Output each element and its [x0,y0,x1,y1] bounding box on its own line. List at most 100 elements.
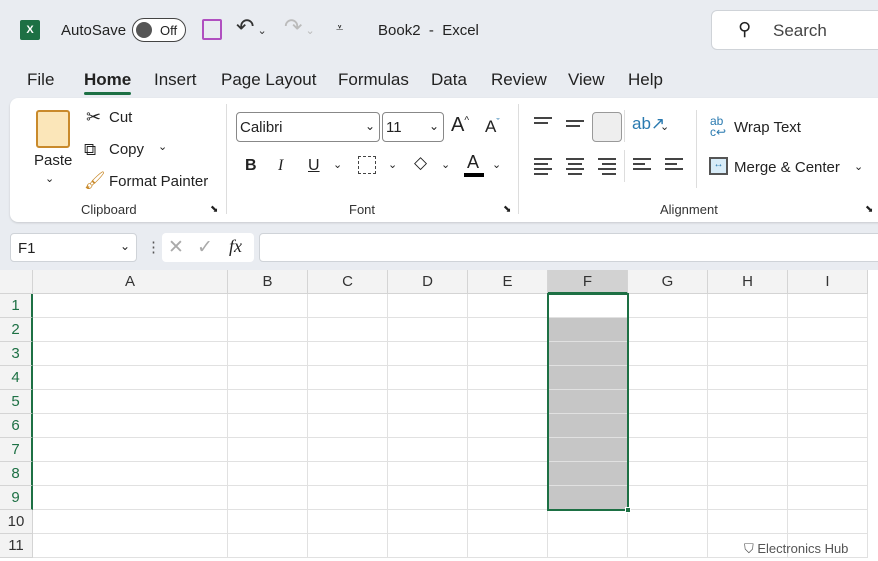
cell-C2[interactable] [308,318,388,342]
fill-handle[interactable] [625,507,631,513]
font-launcher-icon[interactable]: ⬊ [503,204,511,215]
cell-A8[interactable] [33,462,228,486]
save-icon[interactable] [202,19,222,40]
cell-H8[interactable] [708,462,788,486]
cell-A6[interactable] [33,414,228,438]
cell-G1[interactable] [628,294,708,318]
cell-I1[interactable] [788,294,868,318]
cell-I6[interactable] [788,414,868,438]
tab-home[interactable]: Home [84,70,131,90]
tab-view[interactable]: View [568,70,605,90]
cell-D2[interactable] [388,318,468,342]
cell-D10[interactable] [388,510,468,534]
cell-I9[interactable] [788,486,868,510]
cell-A2[interactable] [33,318,228,342]
cell-B10[interactable] [228,510,308,534]
cell-C11[interactable] [308,534,388,558]
tab-insert[interactable]: Insert [154,70,197,90]
cell-H1[interactable] [708,294,788,318]
cell-F1[interactable] [548,294,628,318]
undo-icon[interactable]: ↶ ⌄ [236,14,267,40]
cell-G4[interactable] [628,366,708,390]
cell-C4[interactable] [308,366,388,390]
name-box[interactable]: F1 ⌄ [10,233,137,262]
cell-D7[interactable] [388,438,468,462]
cell-D1[interactable] [388,294,468,318]
bold-button[interactable]: B [245,157,257,175]
cell-D9[interactable] [388,486,468,510]
cell-B3[interactable] [228,342,308,366]
column-header-I[interactable]: I [788,270,868,294]
cell-I4[interactable] [788,366,868,390]
borders-icon[interactable] [358,156,376,174]
cell-A11[interactable] [33,534,228,558]
cell-H3[interactable] [708,342,788,366]
cell-D5[interactable] [388,390,468,414]
cell-A5[interactable] [33,390,228,414]
cell-H4[interactable] [708,366,788,390]
cell-F3[interactable] [548,342,628,366]
cell-C5[interactable] [308,390,388,414]
paste-icon[interactable] [36,110,70,148]
column-header-F[interactable]: F [548,270,628,294]
cell-G7[interactable] [628,438,708,462]
cell-B5[interactable] [228,390,308,414]
merge-chevron-icon[interactable]: ⌄ [854,160,863,173]
cell-E10[interactable] [468,510,548,534]
autosave-toggle[interactable]: Off [132,18,186,42]
cell-E2[interactable] [468,318,548,342]
cell-A1[interactable] [33,294,228,318]
cell-F5[interactable] [548,390,628,414]
customize-toolbar-icon[interactable]: ⩡ [336,20,343,36]
cell-H5[interactable] [708,390,788,414]
cell-D8[interactable] [388,462,468,486]
cell-H7[interactable] [708,438,788,462]
column-header-D[interactable]: D [388,270,468,294]
cell-B2[interactable] [228,318,308,342]
cell-A7[interactable] [33,438,228,462]
cell-B6[interactable] [228,414,308,438]
column-header-A[interactable]: A [33,270,228,294]
cell-G6[interactable] [628,414,708,438]
cell-C7[interactable] [308,438,388,462]
row-header-9[interactable]: 9 [0,486,33,510]
cell-H2[interactable] [708,318,788,342]
cell-F6[interactable] [548,414,628,438]
cell-F7[interactable] [548,438,628,462]
row-header-3[interactable]: 3 [0,342,33,366]
copy-chevron-icon[interactable]: ⌄ [158,140,167,153]
cell-D6[interactable] [388,414,468,438]
row-header-10[interactable]: 10 [0,510,33,534]
cell-G8[interactable] [628,462,708,486]
more-options-icon[interactable]: ⋮ [146,238,161,256]
row-header-4[interactable]: 4 [0,366,33,390]
cell-E7[interactable] [468,438,548,462]
cell-I7[interactable] [788,438,868,462]
cell-F10[interactable] [548,510,628,534]
cell-B4[interactable] [228,366,308,390]
row-header-11[interactable]: 11 [0,534,33,558]
cell-I10[interactable] [788,510,868,534]
font-size-select[interactable]: 11 ⌄ [382,112,444,142]
cell-G5[interactable] [628,390,708,414]
cell-F8[interactable] [548,462,628,486]
cell-H9[interactable] [708,486,788,510]
cell-C1[interactable] [308,294,388,318]
cell-G11[interactable] [628,534,708,558]
format-painter-button[interactable]: Format Painter [109,173,208,190]
tab-file[interactable]: File [27,70,54,90]
cancel-icon[interactable]: ✕ [168,236,184,259]
cell-C3[interactable] [308,342,388,366]
cell-A10[interactable] [33,510,228,534]
column-header-C[interactable]: C [308,270,388,294]
tab-formulas[interactable]: Formulas [338,70,409,90]
column-header-H[interactable]: H [708,270,788,294]
paste-button[interactable]: Paste [34,152,72,169]
cell-G3[interactable] [628,342,708,366]
fill-chevron-icon[interactable]: ⌄ [441,158,450,171]
cell-E11[interactable] [468,534,548,558]
cell-B7[interactable] [228,438,308,462]
cell-F4[interactable] [548,366,628,390]
cut-button[interactable]: Cut [109,109,132,126]
formula-input[interactable] [259,233,878,262]
